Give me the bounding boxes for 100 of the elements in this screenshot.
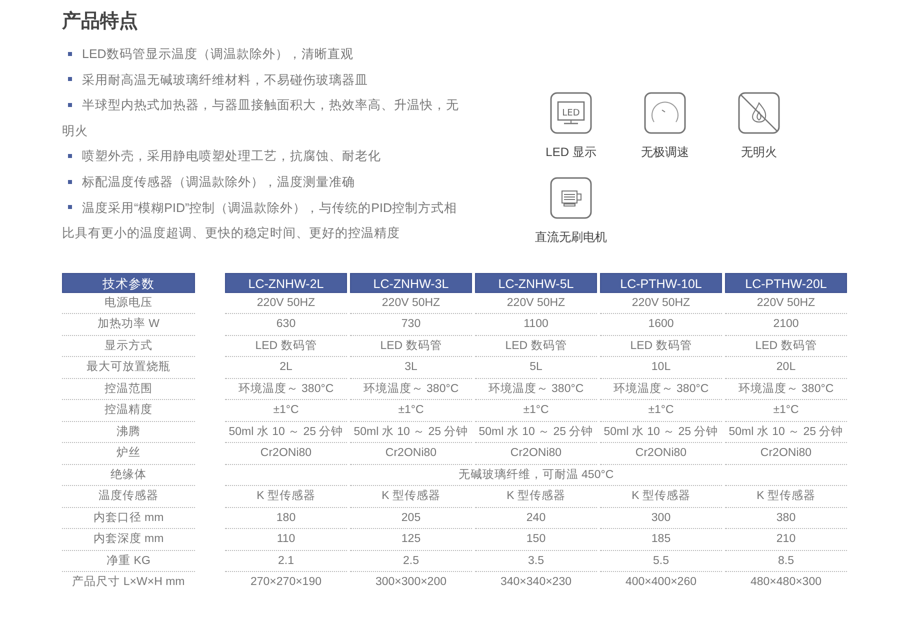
- feature-item: 温度采用“模糊PID”控制（调温款除外），与传统的PID控制方式相比具有更小的温度超调、更快的稳定时间、更好的控温精度: [62, 200, 458, 242]
- row-label: 最大可放置烧瓶: [62, 357, 195, 379]
- table-cell: 110: [225, 529, 347, 551]
- table-cell: 50ml 水 10 ～ 25 分钟: [350, 422, 472, 444]
- table-cell: LED 数码管: [225, 336, 347, 358]
- table-cell: 50ml 水 10 ～ 25 分钟: [600, 422, 722, 444]
- table-cell: Cr2ONi80: [475, 443, 597, 465]
- table-cell: 50ml 水 10 ～ 25 分钟: [475, 422, 597, 444]
- table-cell: 220V 50HZ: [475, 292, 597, 314]
- table-cell: 50ml 水 10 ～ 25 分钟: [225, 422, 347, 444]
- table-cell: 5L: [475, 357, 597, 379]
- column-header: LC-PTHW-10L: [600, 272, 722, 293]
- table-cell: Cr2ONi80: [725, 443, 847, 465]
- no-flame-icon: [738, 92, 780, 134]
- table-cell: 1600: [600, 314, 722, 336]
- feature-item: 采用耐高温无碱玻璃纤维材料，不易碰伤玻璃器皿: [62, 68, 464, 94]
- table-cell: 2100: [725, 314, 847, 336]
- table-cell: LED 数码管: [725, 336, 847, 358]
- table-cell-text: 480×480×300: [750, 575, 822, 590]
- table-cell: 5.5: [600, 550, 722, 572]
- table-cell: 20L: [725, 357, 847, 379]
- row-label: 净重 KG: [62, 550, 195, 572]
- table-cell: 220V 50HZ: [350, 292, 472, 314]
- table-cell: K 型传感器: [225, 486, 347, 508]
- feature-label: 直流无刷电机: [535, 229, 607, 246]
- section-title: 产品特点: [62, 10, 139, 34]
- table-cell: 1100: [475, 314, 597, 336]
- column-header: LC-ZNHW-5L: [475, 272, 597, 293]
- row-label: 加热功率 W: [62, 314, 195, 336]
- feature-item: LED数码管显示温度（调温款除外），清晰直观: [62, 42, 464, 68]
- table-cell: 205: [350, 508, 472, 530]
- row-label: 绝缘体: [62, 464, 195, 486]
- row-label: 控温范围: [62, 378, 195, 400]
- table-cell: Cr2ONi80: [350, 443, 472, 465]
- table-cell: 220V 50HZ: [600, 292, 722, 314]
- table-cell: 210: [725, 529, 847, 551]
- row-label: 显示方式: [62, 336, 195, 358]
- feature-item: 标配温度传感器（调温款除外），温度测量准确: [62, 170, 464, 196]
- table-cell: ±1°C: [225, 400, 347, 422]
- row-label: 产品尺寸 L×W×H mm: [71, 574, 186, 590]
- table-cell: 240: [475, 508, 597, 530]
- table-cell: 环境温度～ 380°C: [600, 378, 722, 400]
- table-cell: 10L: [600, 357, 722, 379]
- table-cell: 3.5: [475, 550, 597, 572]
- table-cell: LED 数码管: [350, 336, 472, 358]
- table-cell: 环境温度～ 380°C: [225, 378, 347, 400]
- table-cell: K 型传感器: [350, 486, 472, 508]
- table-cell: 3L: [350, 357, 472, 379]
- table-cell: 630: [225, 314, 347, 336]
- table-cell: 180: [225, 508, 347, 530]
- feature-label: 无极调速: [641, 144, 689, 161]
- table-cell: LED 数码管: [475, 336, 597, 358]
- monitor-icon: LED: [550, 92, 592, 134]
- table-cell: Cr2ONi80: [600, 443, 722, 465]
- table-cell-text: 400×400×260: [624, 575, 698, 590]
- row-label: 电源电压: [62, 292, 195, 314]
- table-cell: 无碱玻璃纤维，可耐温 450°C: [350, 464, 722, 486]
- gauge-icon: [644, 92, 686, 134]
- table-cell: ±1°C: [350, 400, 472, 422]
- table-cell-text: 270×270×190: [250, 575, 322, 590]
- table-cell: 环境温度～ 380°C: [725, 378, 847, 400]
- table-cell: K 型传感器: [725, 486, 847, 508]
- table-cell: 220V 50HZ: [725, 292, 847, 314]
- table-cell: K 型传感器: [600, 486, 722, 508]
- column-header: LC-ZNHW-3L: [350, 272, 472, 293]
- table-cell: 220V 50HZ: [225, 292, 347, 314]
- column-header: LC-ZNHW-2L: [225, 272, 347, 293]
- row-label: 炉丝: [62, 443, 195, 465]
- feature-item: 半球型内热式加热器，与器皿接触面积大，热效率高、升温快，无明火: [62, 97, 460, 140]
- table-cell-text: 340×340×230: [500, 575, 572, 590]
- table-cell: ±1°C: [475, 400, 597, 422]
- table-cell: 8.5: [725, 550, 847, 572]
- feature-label: 无明火: [741, 144, 777, 161]
- row-label: 控温精度: [62, 400, 195, 422]
- row-label: 内套口径 mm: [62, 508, 195, 530]
- column-header: LC-PTHW-20L: [725, 272, 847, 293]
- feature-label: LED 显示: [546, 144, 596, 161]
- column-header: 技术参数: [62, 272, 195, 293]
- table-cell: 300: [600, 508, 722, 530]
- table-cell: ±1°C: [725, 400, 847, 422]
- row-label: 温度传感器: [62, 486, 195, 508]
- table-cell: 50ml 水 10 ～ 25 分钟: [725, 422, 847, 444]
- table-cell: 380: [725, 508, 847, 530]
- table-cell: 环境温度～ 380°C: [475, 378, 597, 400]
- table-cell: 2.1: [225, 550, 347, 572]
- motor-icon: [550, 177, 592, 219]
- table-cell: 环境温度～ 380°C: [350, 378, 472, 400]
- table-cell: K 型传感器: [475, 486, 597, 508]
- table-cell: ±1°C: [600, 400, 722, 422]
- table-cell: LED 数码管: [600, 336, 722, 358]
- table-cell-text: 300×300×200: [374, 575, 448, 590]
- table-cell: 2L: [225, 357, 347, 379]
- row-label: 内套深度 mm: [62, 529, 195, 551]
- table-cell: 730: [350, 314, 472, 336]
- table-cell: Cr2ONi80: [225, 443, 347, 465]
- row-label: 沸腾: [62, 422, 195, 444]
- table-cell: 125: [350, 529, 472, 551]
- feature-item: 喷塑外壳，采用静电喷塑处理工艺，抗腐蚀、耐老化: [62, 144, 464, 170]
- table-cell: 2.5: [350, 550, 472, 572]
- table-cell: 185: [600, 529, 722, 551]
